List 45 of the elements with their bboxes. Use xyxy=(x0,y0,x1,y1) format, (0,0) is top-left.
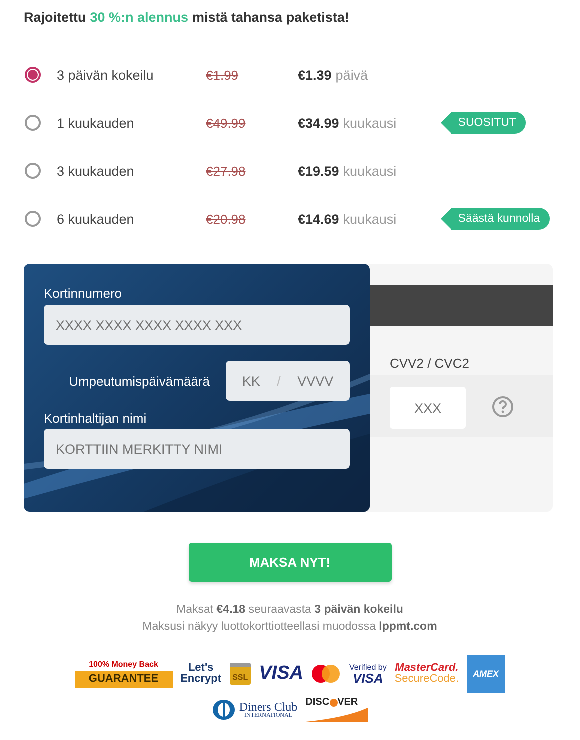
old-price: €27.98 xyxy=(206,164,247,178)
radio-button[interactable] xyxy=(25,163,41,179)
billing-period: kuukausi xyxy=(343,116,398,130)
securecode-logo: MasterCard. SecureCode. xyxy=(394,663,460,685)
billing-period: kuukausi xyxy=(343,164,398,178)
ssl-lock-badge: SSL xyxy=(230,663,252,685)
headline: Rajoitettu xyxy=(24,10,86,25)
plan-price: €14.69 xyxy=(298,212,340,226)
billing-period: päivä xyxy=(336,68,370,82)
card-number-field[interactable]: XXXX XXXX XXXX XXXX XXX xyxy=(44,305,350,345)
cvv-label: CVV2 / CVC2 xyxy=(390,356,470,371)
plan-name: 3 päivän kokeilu xyxy=(57,68,155,82)
pay-button[interactable]: MAKSA NYT! xyxy=(188,543,392,582)
headline: mistä tahansa paketista! xyxy=(192,10,350,25)
field-label: Kortinhaltijan nimi xyxy=(44,411,148,426)
old-price: €1.99 xyxy=(206,68,240,82)
radio-button[interactable] xyxy=(25,67,41,83)
plan-price: €1.39 xyxy=(298,68,332,82)
lets-encrypt-logo: Let's Encrypt xyxy=(180,663,222,685)
verified-by-visa-logo: Verified by VISA xyxy=(349,664,387,684)
amex-logo: AMEX xyxy=(467,655,506,693)
plan-price: €34.99 xyxy=(298,116,340,130)
field-label: Umpeutumispäivämäärä xyxy=(68,374,211,388)
old-price: €20.98 xyxy=(206,212,247,226)
old-price: €49.99 xyxy=(206,116,247,130)
payment-note: Maksat €4.18 seuraavasta 3 päivän kokeilu xyxy=(176,604,404,616)
field-label: Kortinnumero xyxy=(44,286,124,301)
mastercard-logo xyxy=(311,664,342,684)
help-icon[interactable] xyxy=(492,396,514,418)
billing-period: kuukausi xyxy=(343,212,398,226)
plan-name: 6 kuukauden xyxy=(57,212,136,226)
plan-tag: Säästä kunnolla xyxy=(441,208,550,230)
plan-name: 1 kuukauden xyxy=(57,116,136,130)
payment-note: Maksusi näkyy luottokorttiotteellasi muodossa lppmt.com xyxy=(142,621,438,633)
plan-price: €19.59 xyxy=(298,164,340,178)
expiry-field[interactable]: KK / VVVV xyxy=(226,361,350,401)
cvv-field[interactable]: XXX xyxy=(390,387,466,429)
visa-logo: VISA xyxy=(259,663,304,685)
radio-button[interactable] xyxy=(25,211,41,227)
plan-tag: SUOSITUT xyxy=(441,112,526,134)
plan-name: 3 kuukauden xyxy=(57,164,136,178)
discover-logo: DISC VER xyxy=(306,697,368,722)
discount-text: 30 %:n alennus xyxy=(90,10,189,25)
cardholder-name-field[interactable]: KORTTIIN MERKITTY NIMI xyxy=(44,429,350,469)
radio-button[interactable] xyxy=(25,115,41,131)
